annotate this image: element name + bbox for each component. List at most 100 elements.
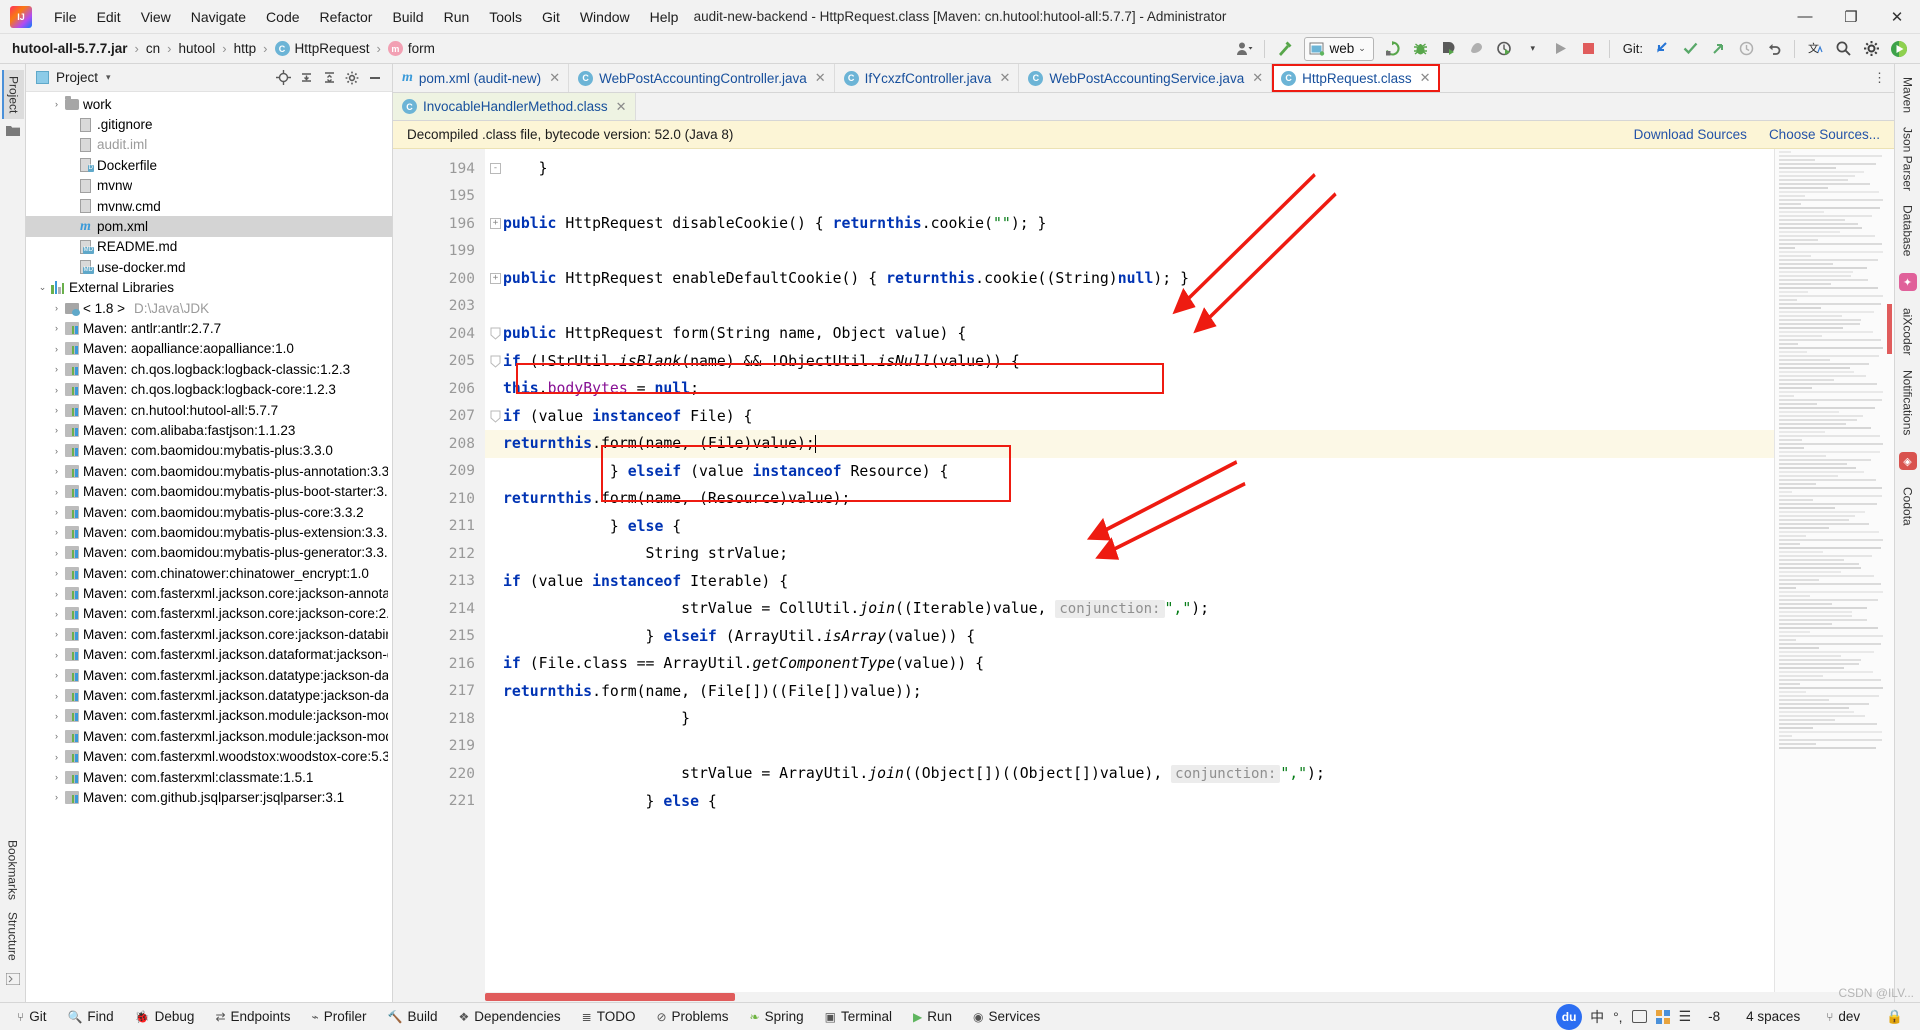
collapse-arrow-icon[interactable]: ›	[50, 609, 63, 619]
code-line[interactable]	[485, 293, 1774, 321]
collapse-all-icon[interactable]	[318, 67, 340, 89]
status-branch[interactable]: ⑂ dev	[1817, 1007, 1869, 1026]
status-todo[interactable]: ≣ TODO	[573, 1007, 645, 1026]
tree-node[interactable]: › Maven: com.fasterxml.jackson.dataformat…	[26, 645, 392, 665]
tree-node[interactable]: › Maven: com.fasterxml.jackson.core:jacks…	[26, 604, 392, 624]
rail-tab-project[interactable]: Project	[1, 70, 24, 120]
code-line[interactable]: return this .form(name, (File[])((File[])…	[485, 678, 1774, 706]
tree-node[interactable]: › Maven: com.alibaba:fastjson:1.1.23	[26, 420, 392, 440]
collapse-arrow-icon[interactable]: ›	[50, 466, 63, 476]
code-line[interactable]: } else {	[485, 788, 1774, 816]
collapse-arrow-icon[interactable]: ›	[50, 507, 63, 517]
editor-tab[interactable]: C IfYcxzfController.java ✕	[834, 64, 1020, 92]
status-services[interactable]: ◉ Services	[964, 1007, 1049, 1026]
terminal-rail-icon[interactable]	[5, 972, 20, 988]
editor-tab[interactable]: C HttpRequest.class ✕	[1272, 64, 1440, 92]
run-icon[interactable]	[1548, 37, 1574, 61]
collapse-arrow-icon[interactable]: ›	[50, 691, 63, 701]
collapse-arrow-icon[interactable]: ›	[50, 711, 63, 721]
line-number[interactable]: 203	[393, 293, 485, 321]
collapse-arrow-icon[interactable]: ›	[50, 589, 63, 599]
scrollbar-thumb[interactable]	[485, 993, 735, 1001]
collapse-arrow-icon[interactable]: ›	[50, 446, 63, 456]
editor-tab[interactable]: C WebPostAccountingController.java ✕	[569, 64, 835, 92]
locate-icon[interactable]	[272, 67, 294, 89]
collapse-arrow-icon[interactable]: ›	[50, 731, 63, 741]
code-line[interactable]: if (File.class == ArrayUtil. getComponent…	[485, 650, 1774, 678]
tree-node[interactable]: › Maven: com.baomidou:mybatis-plus:3.3.0	[26, 441, 392, 461]
breadcrumb-class[interactable]: C HttpRequest	[274, 41, 370, 56]
line-number[interactable]: 209	[393, 458, 485, 486]
push-icon[interactable]	[1705, 37, 1731, 61]
code-line[interactable]: this. bodyBytes = null;	[485, 375, 1774, 403]
collapse-arrow-icon[interactable]: ›	[50, 752, 63, 762]
rail-tab-database[interactable]: Database	[1898, 198, 1918, 263]
status-problems[interactable]: ⊘ Problems	[647, 1007, 737, 1026]
editor-tab[interactable]: C WebPostAccountingService.java ✕	[1019, 64, 1273, 92]
line-number[interactable]: 212	[393, 540, 485, 568]
tree-node[interactable]: › Maven: com.fasterxml.jackson.module:jac…	[26, 726, 392, 746]
line-number[interactable]: 204	[393, 320, 501, 348]
code-line[interactable]: strValue = ArrayUtil. join ((Object[])((Ob…	[485, 760, 1774, 788]
rail-tab-bookmarks[interactable]: Bookmarks	[3, 834, 23, 906]
tree-node[interactable]: ›DDockerfile	[26, 155, 392, 175]
close-tab-icon[interactable]: ✕	[549, 70, 560, 86]
code-line[interactable]: }	[485, 705, 1774, 733]
expand-arrow-icon[interactable]: ⌄	[36, 282, 49, 293]
code-line[interactable]: if (value instanceof File) {	[485, 403, 1774, 431]
history-icon[interactable]	[1733, 37, 1759, 61]
editor-horizontal-scrollbar[interactable]	[393, 992, 1894, 1002]
code-line[interactable]	[485, 733, 1774, 761]
rail-tab-aixcoder[interactable]: aiXcoder	[1898, 301, 1918, 362]
maximize-button[interactable]: ❐	[1828, 0, 1874, 33]
line-number[interactable]: 215	[393, 623, 485, 651]
status-build[interactable]: 🔨 Build	[379, 1007, 447, 1026]
rerun-icon[interactable]	[1380, 37, 1406, 61]
tree-node[interactable]: › Maven: com.github.jsqlparser:jsqlparser…	[26, 787, 392, 807]
collapse-arrow-icon[interactable]: ›	[50, 487, 63, 497]
tree-node[interactable]: ›mpom.xml	[26, 216, 392, 237]
tree-node[interactable]: › Maven: com.fasterxml.jackson.datatype:j…	[26, 665, 392, 685]
status-dependencies[interactable]: ❖ Dependencies	[450, 1007, 570, 1026]
ime-keyboard-icon[interactable]	[1631, 1010, 1647, 1023]
collapse-arrow-icon[interactable]: ›	[50, 385, 63, 395]
coverage-icon[interactable]	[1436, 37, 1462, 61]
collapse-arrow-icon[interactable]: ›	[50, 99, 63, 109]
code-content[interactable]: } public HttpRequest disableCookie() { r…	[485, 149, 1774, 992]
collapse-arrow-icon[interactable]: ›	[50, 364, 63, 374]
collapse-arrow-icon[interactable]: ›	[50, 425, 63, 435]
line-number[interactable]: 219	[393, 733, 485, 761]
menu-tools[interactable]: Tools	[479, 5, 532, 29]
breadcrumb-http[interactable]: http	[234, 41, 257, 56]
tree-node[interactable]: › Maven: com.fasterxml.jackson.datatype:j…	[26, 685, 392, 705]
tree-node[interactable]: ›audit.iml	[26, 135, 392, 155]
expand-all-icon[interactable]	[295, 67, 317, 89]
line-number[interactable]: 218	[393, 705, 485, 733]
code-line[interactable]: return this .form(name, (Resource)value);	[485, 485, 1774, 513]
codota-icon[interactable]: ◈	[1898, 452, 1917, 471]
menu-build[interactable]: Build	[382, 5, 433, 29]
collapse-arrow-icon[interactable]: ›	[50, 548, 63, 558]
translate-icon[interactable]: 文	[1802, 37, 1828, 61]
menu-help[interactable]: Help	[640, 5, 689, 29]
tree-node[interactable]: ›MDREADME.md	[26, 237, 392, 257]
menu-code[interactable]: Code	[256, 5, 309, 29]
status-profiler[interactable]: ⌁ Profiler	[303, 1007, 376, 1026]
menu-view[interactable]: View	[131, 5, 181, 29]
tree-node[interactable]: › Maven: com.chinatower:chinatower_encryp…	[26, 563, 392, 583]
tree-node[interactable]: › Maven: aopalliance:aopalliance:1.0	[26, 339, 392, 359]
close-button[interactable]: ✕	[1874, 0, 1920, 33]
line-number[interactable]: 216	[393, 650, 485, 678]
update-project-icon[interactable]	[1649, 37, 1675, 61]
status-lock-icon[interactable]: 🔒	[1877, 1007, 1912, 1027]
debug-icon[interactable]	[1408, 37, 1434, 61]
status-find[interactable]: 🔍 Find	[58, 1007, 122, 1026]
baidu-ime-badge[interactable]: du	[1556, 1003, 1583, 1030]
status-caret-offset[interactable]: -8	[1699, 1007, 1729, 1026]
line-number[interactable]: 213	[393, 568, 485, 596]
line-number[interactable]: 221	[393, 788, 485, 816]
tree-node[interactable]: › Maven: com.baomidou:mybatis-plus-genera…	[26, 543, 392, 563]
collapse-arrow-icon[interactable]: ›	[50, 344, 63, 354]
code-line[interactable]: } else if (ArrayUtil. isArray (value)) {	[485, 623, 1774, 651]
tree-node[interactable]: › work	[26, 94, 392, 114]
